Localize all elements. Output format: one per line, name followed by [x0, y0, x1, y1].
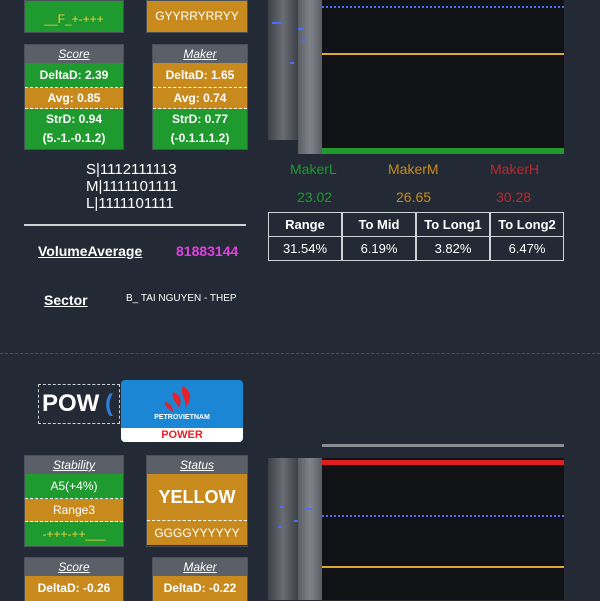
ticker-box[interactable]: POW (: [38, 384, 120, 424]
score-delta: DeltaD: 2.39: [25, 63, 123, 88]
maker-high-label: MakerH: [490, 161, 540, 177]
maker-mid-label: MakerM: [388, 161, 439, 177]
pow-status-value: YELLOW: [147, 474, 247, 521]
chart-side-bar-dark: [268, 0, 298, 140]
pow-chart-mid-line: [322, 566, 564, 568]
chart-tick-1: [272, 22, 282, 24]
sector-value: B_ TAI NGUYEN - THEP: [126, 293, 237, 304]
pow-stability-title: Stability: [25, 456, 123, 474]
slm-l: L|1111101111: [86, 195, 174, 212]
pow-chart-tick-3: [294, 520, 298, 522]
pow-stability-card: Stability A5(+4%) Range3 -+++-++___: [24, 455, 124, 547]
maker-title: Maker: [153, 45, 247, 63]
chart-dotted-line: [322, 6, 564, 8]
pow-score-card: Score DeltaD: -0.26: [24, 557, 124, 601]
pow-stability-value: A5(+4%): [25, 474, 123, 499]
maker-avg: Avg: 0.74: [153, 88, 247, 109]
score-title: Score: [25, 45, 123, 63]
pow-score-delta: DeltaD: -0.26: [25, 576, 123, 601]
stability-foot-text: __F_+-+++: [44, 12, 104, 26]
stability-card-top: __F_+-+++: [24, 0, 124, 33]
stability-foot: __F_+-+++: [25, 1, 123, 32]
stats-table: Range To Mid To Long1 To Long2 31.54% 6.…: [268, 212, 564, 261]
maker-std: StrD: 0.77: [171, 112, 229, 126]
logo-bottom-band: POWER: [121, 428, 243, 442]
pow-status-title: Status: [147, 456, 247, 474]
maker-card: Maker DeltaD: 1.65 Avg: 0.74 StrD: 0.77 …: [152, 44, 248, 150]
ticker-paren: (: [105, 390, 113, 417]
volume-average-link[interactable]: VolumeAverage: [38, 243, 142, 259]
pow-stability-foot: -+++-++___: [25, 522, 123, 546]
section-separator: [0, 353, 600, 354]
slm-s: S|1112111113: [86, 161, 177, 178]
pow-chart-tick-4: [278, 526, 282, 528]
chart-tick-3: [302, 40, 306, 42]
pow-maker-title: Maker: [153, 558, 247, 576]
chart-tick-4: [290, 62, 294, 64]
score-avg: Avg: 0.85: [25, 88, 123, 109]
score-card: Score DeltaD: 2.39 Avg: 0.85 StrD: 0.94 …: [24, 44, 124, 150]
maker-low-value: 23.02: [297, 189, 333, 205]
pow-maker-card: Maker DeltaD: -0.22: [152, 557, 248, 601]
maker-mid-value: 26.65: [396, 189, 432, 205]
maker-std-block: StrD: 0.77 (-0.1.1.1.2): [153, 109, 247, 149]
pow-chart-top-line: [322, 444, 564, 447]
score-std: StrD: 0.94: [45, 112, 103, 126]
ticker-text: POW: [42, 390, 100, 417]
chart-side-bar-grey: [298, 0, 322, 154]
maker-delta: DeltaD: 1.65: [153, 63, 247, 88]
sector-link[interactable]: Sector: [44, 292, 88, 308]
pow-chart-side-bar-grey: [298, 458, 322, 600]
maker-high-value: 30.28: [496, 189, 532, 205]
company-logo: PETROVIETNAM POWER: [121, 380, 243, 442]
pow-stability-foot-text: -+++-++___: [42, 527, 106, 541]
slm-codes: S|1112111113 M|1111101111 L|1111101111: [86, 161, 178, 212]
maker-range: (-0.1.1.1.2): [170, 131, 230, 145]
top-chart: [268, 0, 564, 154]
status-foot: GYYRRYRRYY: [147, 1, 247, 32]
score-range: (5.-1.-0.1.2): [42, 131, 106, 145]
stats-value-range: 31.54%: [268, 236, 342, 261]
divider-line: [24, 224, 246, 226]
chart-bottom-bar: [322, 148, 564, 154]
logo-top-text: PETROVIETNAM: [154, 414, 210, 421]
pow-chart-plot-area: [322, 458, 564, 600]
pow-status-foot: GGGGYYYYYY: [147, 521, 247, 545]
stats-value-to-long2: 6.47%: [490, 236, 564, 261]
pow-stability-range: Range3: [25, 499, 123, 522]
pow-chart: [268, 444, 564, 600]
stats-value-to-mid: 6.19%: [342, 236, 416, 261]
stats-header-to-long1: To Long1: [416, 212, 490, 237]
chart-mid-line: [322, 53, 564, 55]
pow-chart-tick-2: [306, 508, 312, 510]
maker-low-label: MakerL: [290, 161, 337, 177]
slm-m: M|1111101111: [86, 178, 179, 195]
stats-header-range: Range: [268, 212, 342, 237]
stats-header-to-long2: To Long2: [490, 212, 564, 237]
status-card-top: GYYRRYRRYY: [146, 0, 248, 33]
chart-plot-area: [322, 0, 564, 148]
score-std-block: StrD: 0.94 (5.-1.-0.1.2): [25, 109, 123, 149]
pow-chart-tick-1: [280, 506, 284, 508]
pow-status-card: Status YELLOW GGGGYYYYYY: [146, 455, 248, 547]
stats-header-to-mid: To Mid: [342, 212, 416, 237]
pow-chart-side-bar-dark: [268, 458, 298, 600]
chart-tick-2: [298, 28, 304, 30]
pow-maker-delta: DeltaD: -0.22: [153, 576, 247, 601]
logo-bottom-text: POWER: [161, 429, 203, 441]
volume-average-value: 81883144: [176, 243, 239, 259]
pow-chart-dotted-line: [322, 515, 564, 517]
stats-value-to-long1: 3.82%: [416, 236, 490, 261]
pow-chart-red-line: [322, 460, 564, 465]
pow-score-title: Score: [25, 558, 123, 576]
status-foot-text: GYYRRYRRYY: [155, 9, 239, 23]
